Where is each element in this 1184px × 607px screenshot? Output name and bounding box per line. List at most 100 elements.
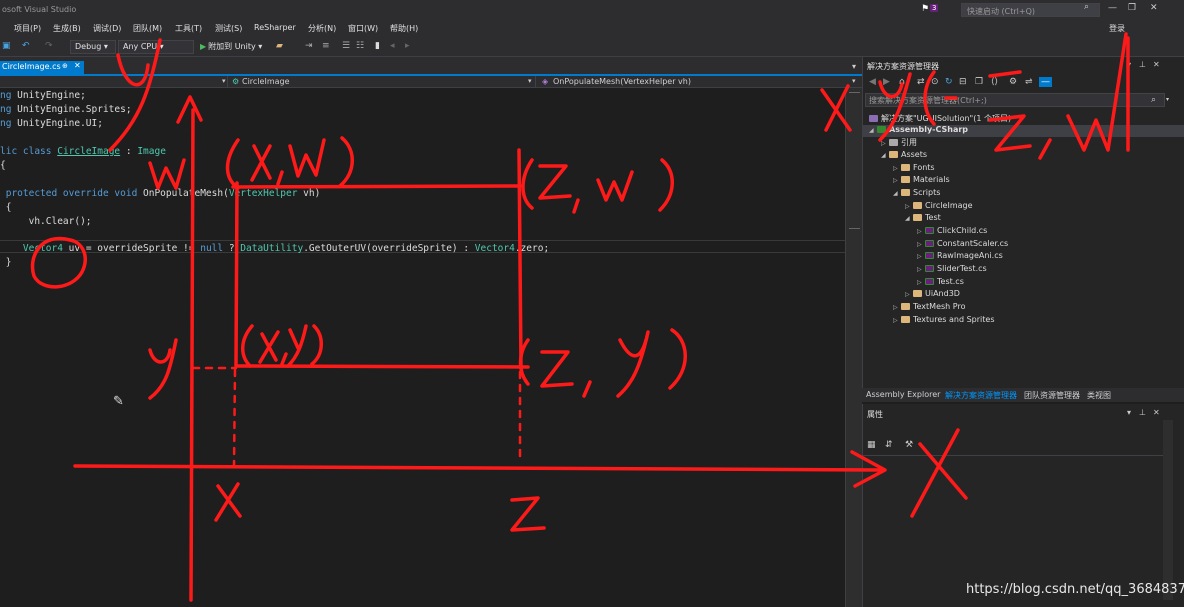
tree-item-uiand3d[interactable]: ▷ UiAnd3D bbox=[905, 289, 960, 301]
categorized-icon[interactable]: ▦ bbox=[867, 440, 876, 450]
expanded-arrow-icon[interactable]: ◢ bbox=[869, 127, 877, 134]
uncomment-icon[interactable]: ☷ bbox=[356, 41, 364, 51]
tree-item-textmeshpro[interactable]: ▷ TextMesh Pro bbox=[893, 302, 965, 314]
pending-changes-icon[interactable]: ⊙ bbox=[931, 77, 939, 87]
tab-assembly-explorer[interactable]: Assembly Explorer bbox=[866, 390, 940, 399]
collapsed-arrow-icon[interactable]: ▷ bbox=[905, 291, 913, 298]
show-all-files-icon[interactable]: ❐ bbox=[975, 77, 983, 87]
collapsed-arrow-icon[interactable]: ▷ bbox=[893, 304, 901, 311]
step-icon[interactable]: ⇥ bbox=[305, 41, 313, 51]
tree-item-file[interactable]: ▷ ConstantScaler.cs bbox=[917, 239, 1008, 251]
tree-item-materials[interactable]: ▷ Materials bbox=[893, 175, 950, 187]
panel-menu-icon[interactable]: ▾ bbox=[1127, 60, 1131, 69]
menu-project[interactable]: 项目(P) bbox=[14, 23, 41, 34]
pin-icon[interactable]: ⊕ bbox=[62, 62, 68, 70]
expanded-arrow-icon[interactable]: ◢ bbox=[881, 152, 889, 159]
collapse-all-icon[interactable]: ⊟ bbox=[959, 77, 967, 87]
menu-test[interactable]: 测试(S) bbox=[215, 23, 242, 34]
close-panel-icon[interactable]: ✕ bbox=[1153, 408, 1160, 417]
collapsed-arrow-icon[interactable]: ▷ bbox=[917, 279, 925, 286]
tree-item-textures[interactable]: ▷ Textures and Sprites bbox=[893, 315, 994, 327]
tree-item-circleimage[interactable]: ▷ CircleImage bbox=[905, 201, 973, 213]
redo-icon[interactable]: ↷ bbox=[45, 41, 53, 51]
sync-icon[interactable]: ⇄ bbox=[917, 77, 925, 87]
collapsed-arrow-icon[interactable]: ▷ bbox=[917, 228, 925, 235]
quick-launch-input[interactable]: 快速启动 (Ctrl+Q) bbox=[961, 3, 1100, 17]
pin-icon[interactable]: ⊥ bbox=[1139, 408, 1146, 417]
collapsed-arrow-icon[interactable]: ▷ bbox=[917, 266, 925, 273]
expanded-arrow-icon[interactable]: ◢ bbox=[905, 215, 913, 222]
search-icon[interactable]: ⌕ bbox=[1151, 95, 1156, 105]
tree-item-file[interactable]: ▷ Test.cs bbox=[917, 277, 964, 289]
minimize-icon[interactable]: — bbox=[1108, 3, 1117, 13]
config-select[interactable]: Debug ▾ bbox=[70, 40, 116, 54]
tree-item-file[interactable]: ▷ RawImageAni.cs bbox=[917, 251, 1003, 263]
nav-class-dropdown-icon[interactable]: ▾ bbox=[528, 77, 532, 85]
restore-icon[interactable]: ❐ bbox=[1128, 3, 1136, 13]
code-editor[interactable]: ng UnityEngine; ng UnityEngine.Sprites; … bbox=[0, 88, 845, 607]
menu-resharper[interactable]: ReSharper bbox=[254, 23, 296, 32]
back-icon[interactable]: ◀ bbox=[869, 77, 876, 87]
tree-item-file[interactable]: ▷ SliderTest.cs bbox=[917, 264, 987, 276]
collapsed-arrow-icon[interactable]: ▷ bbox=[881, 140, 889, 147]
tree-item-scripts[interactable]: ◢ Scripts bbox=[893, 188, 940, 200]
menu-debug[interactable]: 调试(D) bbox=[93, 23, 121, 34]
home-icon[interactable]: ⌂ bbox=[899, 77, 905, 87]
tree-item-references[interactable]: ▷ 引用 bbox=[881, 137, 917, 149]
tab-dropdown-icon[interactable]: ▾ bbox=[852, 62, 856, 71]
prev-bookmark-icon[interactable]: ◂ bbox=[390, 41, 395, 51]
menu-analyze[interactable]: 分析(N) bbox=[308, 23, 336, 34]
collapsed-arrow-icon[interactable]: ▷ bbox=[893, 165, 901, 172]
folder-icon[interactable]: ▰ bbox=[276, 41, 283, 51]
close-icon[interactable]: ✕ bbox=[1150, 3, 1158, 13]
nav-class[interactable]: CircleImage bbox=[242, 77, 290, 86]
tab-circleimage[interactable]: CircleImage.cs ⊕ ✕ bbox=[0, 61, 84, 74]
tree-item-assets[interactable]: ◢ Assets bbox=[881, 150, 927, 162]
tab-team-explorer[interactable]: 团队资源管理器 bbox=[1024, 390, 1080, 401]
nav-member-dropdown-icon[interactable]: ▾ bbox=[852, 77, 856, 85]
expanded-arrow-icon[interactable]: ◢ bbox=[893, 190, 901, 197]
collapsed-arrow-icon[interactable]: ▷ bbox=[917, 241, 925, 248]
panel-menu-icon[interactable]: ▾ bbox=[1127, 408, 1131, 417]
notification-count[interactable]: 3 bbox=[930, 4, 939, 12]
comment-icon[interactable]: ☰ bbox=[342, 41, 350, 51]
tree-item-project[interactable]: ◢ Assembly-CSharp bbox=[869, 125, 968, 137]
undo-icon[interactable]: ↶ bbox=[22, 41, 30, 51]
close-panel-icon[interactable]: ✕ bbox=[1153, 60, 1160, 69]
nav-member[interactable]: OnPopulateMesh(VertexHelper vh) bbox=[553, 77, 691, 86]
login-link[interactable]: 登录 bbox=[1109, 23, 1125, 34]
menu-team[interactable]: 团队(M) bbox=[133, 23, 162, 34]
refresh-icon[interactable]: ↻ bbox=[945, 77, 953, 87]
collapsed-arrow-icon[interactable]: ▷ bbox=[917, 253, 925, 260]
properties-icon[interactable]: ⚙ bbox=[1009, 77, 1017, 87]
nav-project-dropdown-icon[interactable]: ▾ bbox=[222, 77, 226, 85]
menu-tools[interactable]: 工具(T) bbox=[175, 23, 202, 34]
pin-icon[interactable]: ⊥ bbox=[1139, 60, 1146, 69]
view-code-icon[interactable]: ⟨⟩ bbox=[991, 77, 998, 87]
menu-help[interactable]: 帮助(H) bbox=[390, 23, 418, 34]
forward-icon[interactable]: ▶ bbox=[883, 77, 890, 87]
tree-item-fonts[interactable]: ▷ Fonts bbox=[893, 163, 935, 175]
editor-scrollbar[interactable] bbox=[845, 88, 862, 607]
bookmark-icon[interactable]: ▮ bbox=[375, 41, 380, 51]
tree-item-test[interactable]: ◢ Test bbox=[905, 213, 941, 225]
preview-icon[interactable]: ⇌ bbox=[1025, 77, 1033, 87]
collapsed-arrow-icon[interactable]: ▷ bbox=[893, 177, 901, 184]
menu-build[interactable]: 生成(B) bbox=[53, 23, 81, 34]
tab-solution-explorer[interactable]: 解决方案资源管理器 bbox=[945, 390, 1017, 401]
active-view-icon[interactable]: — bbox=[1039, 77, 1052, 87]
collapsed-arrow-icon[interactable]: ▷ bbox=[893, 317, 901, 324]
attach-unity-button[interactable]: ▶ 附加到 Unity ▾ bbox=[200, 41, 262, 52]
next-bookmark-icon[interactable]: ▸ bbox=[405, 41, 410, 51]
solution-search-input[interactable]: 搜索解决方案资源管理器(Ctrl+;) bbox=[865, 93, 1165, 107]
search-options-icon[interactable]: ▾ bbox=[1166, 96, 1169, 103]
tab-class-view[interactable]: 类视图 bbox=[1087, 390, 1111, 401]
alphabetical-icon[interactable]: ⇵ bbox=[885, 440, 893, 450]
notification-flag-icon[interactable]: ⚑ bbox=[921, 4, 929, 14]
search-icon[interactable]: ⌕ bbox=[1084, 2, 1089, 12]
close-tab-icon[interactable]: ✕ bbox=[74, 61, 81, 70]
property-pages-icon[interactable]: ⚒ bbox=[905, 440, 913, 450]
tree-item-file[interactable]: ▷ ClickChild.cs bbox=[917, 226, 987, 238]
tree-item-solution[interactable]: 解决方案"UGUISolution"(1 个项目) bbox=[869, 113, 1011, 125]
properties-scrollbar[interactable] bbox=[1163, 420, 1173, 600]
